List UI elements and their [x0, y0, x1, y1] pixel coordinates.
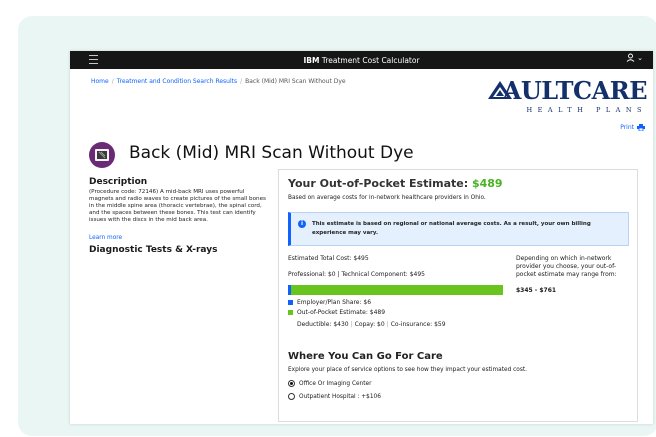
procedure-icon [89, 142, 115, 168]
estimate-title: Your Out-of-Pocket Estimate: $489 [288, 177, 503, 190]
description-text: (Procedure code: 72146) A mid-back MRI u… [89, 189, 266, 223]
estimate-subtitle: Based on average costs for in-network he… [288, 195, 486, 201]
radio-office-imaging[interactable]: Office Or Imaging Center [288, 380, 371, 387]
page-title: Back (Mid) MRI Scan Without Dye [129, 143, 414, 163]
estimated-total-cost: Estimated Total Cost: $495 [288, 255, 369, 262]
top-bar: IBM Treatment Cost Calculator ⌄ [70, 51, 653, 69]
printer-icon [637, 124, 645, 131]
where-heading: Where You Can Go For Care [288, 351, 443, 362]
breadcrumb-current: Back (Mid) MRI Scan Without Dye [245, 78, 346, 85]
estimate-amount: $489 [471, 177, 503, 190]
user-icon [626, 53, 635, 62]
range-value: $345 - $761 [516, 287, 557, 294]
logo-word: AULTCARE [502, 76, 648, 105]
cost-share-bar [288, 285, 503, 295]
diagnostic-tests-heading: Diagnostic Tests & X-rays [89, 245, 218, 255]
radio-unselected-icon [288, 393, 295, 400]
user-menu[interactable]: ⌄ [626, 53, 643, 62]
chevron-down-icon: ⌄ [637, 53, 643, 62]
estimate-card: Your Out-of-Pocket Estimate: $489 Based … [278, 169, 638, 422]
app-title: IBM Treatment Cost Calculator [303, 55, 420, 65]
out-of-pocket-breakdown: Deductible: $430 | Copay: $0 | Co-insurance:… [297, 321, 446, 328]
menu-icon[interactable] [89, 55, 98, 64]
legend-out-of-pocket: Out-of-Pocket Estimate: $489 [288, 309, 385, 316]
out-of-pocket-segment [290, 285, 503, 295]
radio-selected-icon [288, 380, 295, 387]
description-heading: Description [89, 177, 148, 187]
info-icon: i [298, 220, 306, 228]
background-panel: IBM Treatment Cost Calculator ⌄ Home / Tre… [18, 16, 656, 436]
breadcrumb: Home / Treatment and Condition Search Resu… [91, 78, 346, 85]
breadcrumb-home[interactable]: Home [91, 78, 109, 85]
print-link[interactable]: Print [620, 124, 645, 131]
info-notice: i This estimate is based on regional or … [288, 212, 629, 246]
where-subtitle: Explore your place of service options to… [288, 367, 527, 373]
print-label: Print [620, 124, 634, 131]
range-description: Depending on which in-network provider y… [516, 255, 617, 278]
notice-text: This estimate is based on regional or na… [312, 221, 591, 236]
breadcrumb-search-results[interactable]: Treatment and Condition Search Results [117, 78, 237, 85]
legend-employer: Employer/Plan Share: $6 [288, 299, 371, 306]
aultcare-logo: AULTCARE HEALTH PLANS [487, 76, 648, 123]
logo-subtitle: HEALTH PLANS [526, 106, 647, 114]
learn-more-link[interactable]: Learn more [89, 235, 122, 241]
radio-outpatient-hospital[interactable]: Outpatient Hospital : +$106 [288, 393, 381, 400]
app-window: IBM Treatment Cost Calculator ⌄ Home / Tre… [70, 51, 653, 424]
cost-components: Professional: $0 | Technical Component: … [288, 271, 425, 278]
